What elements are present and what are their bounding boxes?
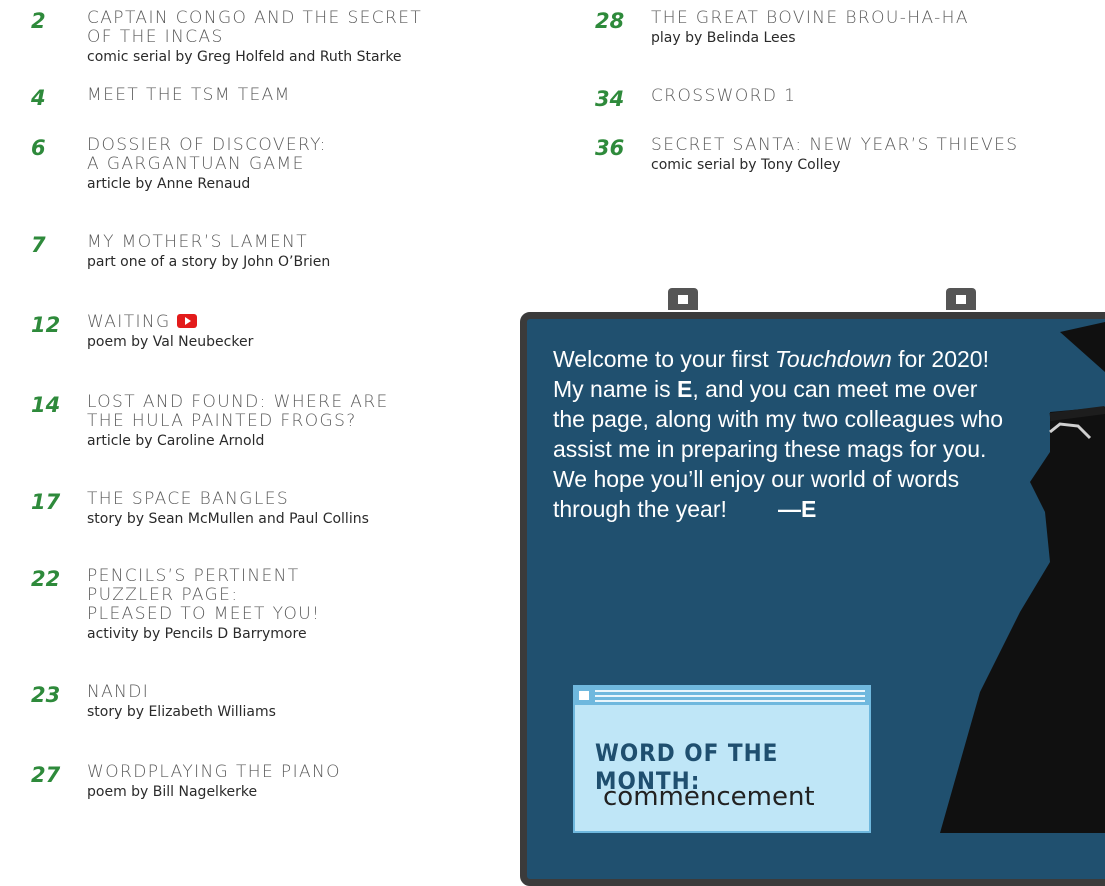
entry-title: NANDI <box>87 682 150 702</box>
title-bar-line <box>595 695 865 697</box>
youtube-icon[interactable] <box>176 314 197 328</box>
window-square-icon <box>579 691 589 700</box>
toc-entry[interactable]: 22 PENCILS’S PERTINENT PUZZLER PAGE: PLE… <box>31 567 320 644</box>
toc-entry[interactable]: 14 LOST AND FOUND: WHERE ARE THE HULA PA… <box>31 393 389 451</box>
editor-initial: E <box>676 376 693 402</box>
toc-entry[interactable]: 36 SECRET SANTA: NEW YEAR’S THIEVES comi… <box>595 136 1018 175</box>
page-number: 23 <box>31 683 61 707</box>
page-number: 36 <box>595 136 625 160</box>
toc-entry[interactable]: 6 DOSSIER OF DISCOVERY: A GARGANTUAN GAM… <box>31 136 327 194</box>
page-number: 12 <box>31 313 61 337</box>
entry-title: WAITING <box>87 312 171 332</box>
toc-entry[interactable]: 12 WAITING poem by Val Neubecker <box>31 313 253 352</box>
entry-byline: activity by Pencils D Barrymore <box>87 626 307 642</box>
entry-title: THE GREAT BOVINE BROU-HA-HA <box>651 8 969 28</box>
word-of-the-month-card: WORD OF THE MONTH: commencement <box>573 685 871 833</box>
welcome-text-1: Welcome to your first <box>553 346 775 372</box>
entry-title: CROSSWORD 1 <box>651 86 797 106</box>
card-title-bar <box>575 687 869 705</box>
page-number: 34 <box>595 87 625 111</box>
page-number: 14 <box>31 393 61 417</box>
page-number: 27 <box>31 763 61 787</box>
page-number: 2 <box>31 9 46 33</box>
entry-byline: comic serial by Tony Colley <box>651 157 841 173</box>
entry-title: SECRET SANTA: NEW YEAR’S THIEVES <box>651 135 1019 155</box>
page-number: 7 <box>31 233 46 257</box>
entry-byline: poem by Val Neubecker <box>87 334 254 350</box>
entry-title: PENCILS’S PERTINENT PUZZLER PAGE: PLEASE… <box>87 566 321 624</box>
entry-title: WORDPLAYING THE PIANO <box>87 762 341 782</box>
entry-title: MY MOTHER’S LAMENT <box>87 232 309 252</box>
title-bar-line <box>595 700 865 702</box>
entry-title: CAPTAIN CONGO AND THE SECRET OF THE INCA… <box>87 8 423 47</box>
page-number: 22 <box>31 567 61 591</box>
toc-entry[interactable]: 28 THE GREAT BOVINE BROU-HA-HA play by B… <box>595 9 969 48</box>
entry-title: THE SPACE BANGLES <box>87 489 290 509</box>
toc-entry[interactable]: 23 NANDI story by Elizabeth Williams <box>31 683 276 722</box>
entry-byline: play by Belinda Lees <box>651 30 796 46</box>
signature: —E <box>778 496 817 522</box>
page-number: 4 <box>31 86 46 110</box>
toc-entry[interactable]: 34 CROSSWORD 1 <box>595 86 797 112</box>
page-number: 17 <box>31 490 61 514</box>
welcome-message: Welcome to your first Touchdown for 2020… <box>553 344 1013 524</box>
title-bar-line <box>595 690 865 692</box>
toc-entry[interactable]: 2 CAPTAIN CONGO AND THE SECRET OF THE IN… <box>31 9 422 67</box>
clip-icon <box>946 288 976 310</box>
entry-byline: article by Anne Renaud <box>87 176 251 192</box>
clip-icon <box>668 288 698 310</box>
entry-byline: part one of a story by John O’Brien <box>87 254 331 270</box>
entry-byline: article by Caroline Arnold <box>87 433 265 449</box>
toc-entry[interactable]: 4 MEET THE TSM TEAM <box>31 85 291 111</box>
toc-entry[interactable]: 7 MY MOTHER’S LAMENT part one of a story… <box>31 233 330 272</box>
entry-byline: poem by Bill Nagelkerke <box>87 784 258 800</box>
toc-entry[interactable]: 27 WORDPLAYING THE PIANO poem by Bill Na… <box>31 763 341 802</box>
word-of-the-month-word: commencement <box>603 782 815 812</box>
entry-byline: story by Sean McMullen and Paul Collins <box>87 511 369 527</box>
entry-title: DOSSIER OF DISCOVERY: A GARGANTUAN GAME <box>87 135 327 174</box>
entry-title: LOST AND FOUND: WHERE ARE THE HULA PAINT… <box>87 392 389 431</box>
entry-title-row: WAITING <box>87 313 253 332</box>
entry-byline: comic serial by Greg Holfeld and Ruth St… <box>87 49 402 65</box>
page-number: 6 <box>31 136 46 160</box>
entry-title: MEET THE TSM TEAM <box>87 85 291 105</box>
entry-byline: story by Elizabeth Williams <box>87 704 276 720</box>
magazine-name: Touchdown <box>774 346 892 372</box>
toc-entry[interactable]: 17 THE SPACE BANGLES story by Sean McMul… <box>31 490 369 529</box>
page-number: 28 <box>595 9 625 33</box>
